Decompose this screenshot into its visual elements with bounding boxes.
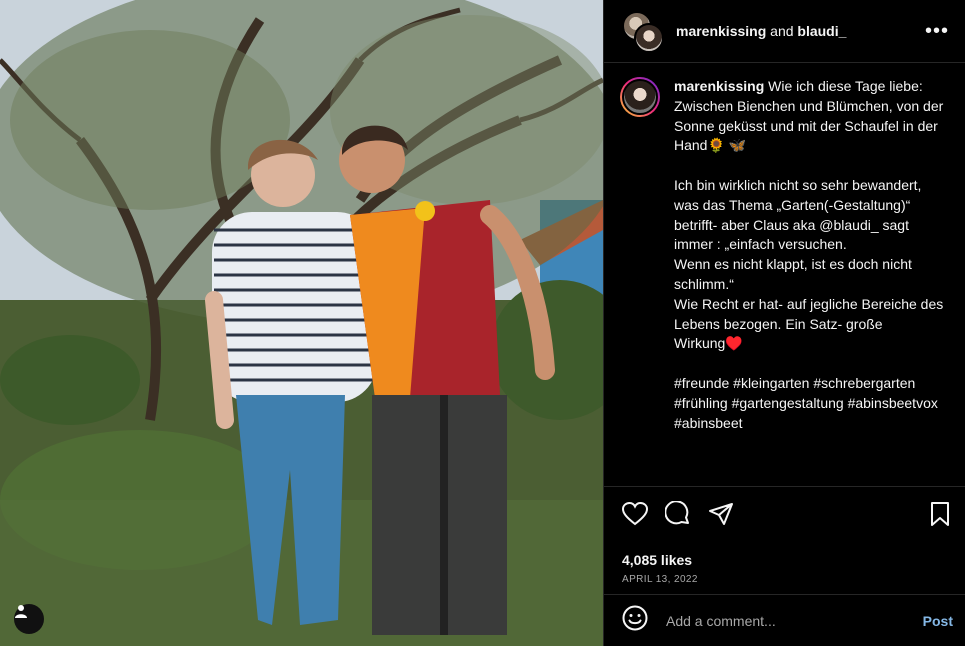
emoji-icon[interactable] (622, 605, 648, 636)
author-username[interactable]: marenkissing (676, 23, 766, 39)
author-username[interactable]: blaudi_ (797, 23, 846, 39)
collab-avatars[interactable] (622, 11, 664, 53)
caption-text: marenkissing Wie ich diese Tage liebe: Z… (674, 77, 949, 486)
caption-section: marenkissing Wie ich diese Tage liebe: Z… (604, 63, 965, 487)
action-bar (604, 487, 965, 532)
caption-body: Wie ich diese Tage liebe: Zwischen Bienc… (674, 78, 944, 431)
bookmark-icon[interactable] (929, 502, 951, 531)
post-date[interactable]: APRIL 13, 2022 (604, 568, 965, 585)
avatar[interactable] (620, 77, 660, 117)
post-photo[interactable] (0, 0, 603, 646)
caption-username[interactable]: marenkissing (674, 78, 764, 94)
author-joiner: and (770, 23, 794, 39)
share-icon[interactable] (708, 502, 734, 531)
likes-count[interactable]: 4,085 likes (604, 532, 965, 568)
avatar[interactable] (634, 23, 664, 53)
comment-input[interactable] (664, 611, 923, 630)
more-icon[interactable]: ••• (925, 20, 949, 43)
comment-bar: Post (604, 594, 965, 646)
user-tag-icon (15, 605, 27, 618)
comment-icon[interactable] (664, 500, 691, 532)
post-comment-button[interactable]: Post (923, 613, 953, 629)
heart-icon[interactable] (621, 501, 649, 531)
post-header: marenkissing and blaudi_ ••• (604, 0, 965, 63)
user-tag-button[interactable] (14, 604, 44, 634)
post-side-panel: marenkissing and blaudi_ ••• marenkissin… (603, 0, 965, 646)
post-authors: marenkissing and blaudi_ (676, 23, 925, 39)
